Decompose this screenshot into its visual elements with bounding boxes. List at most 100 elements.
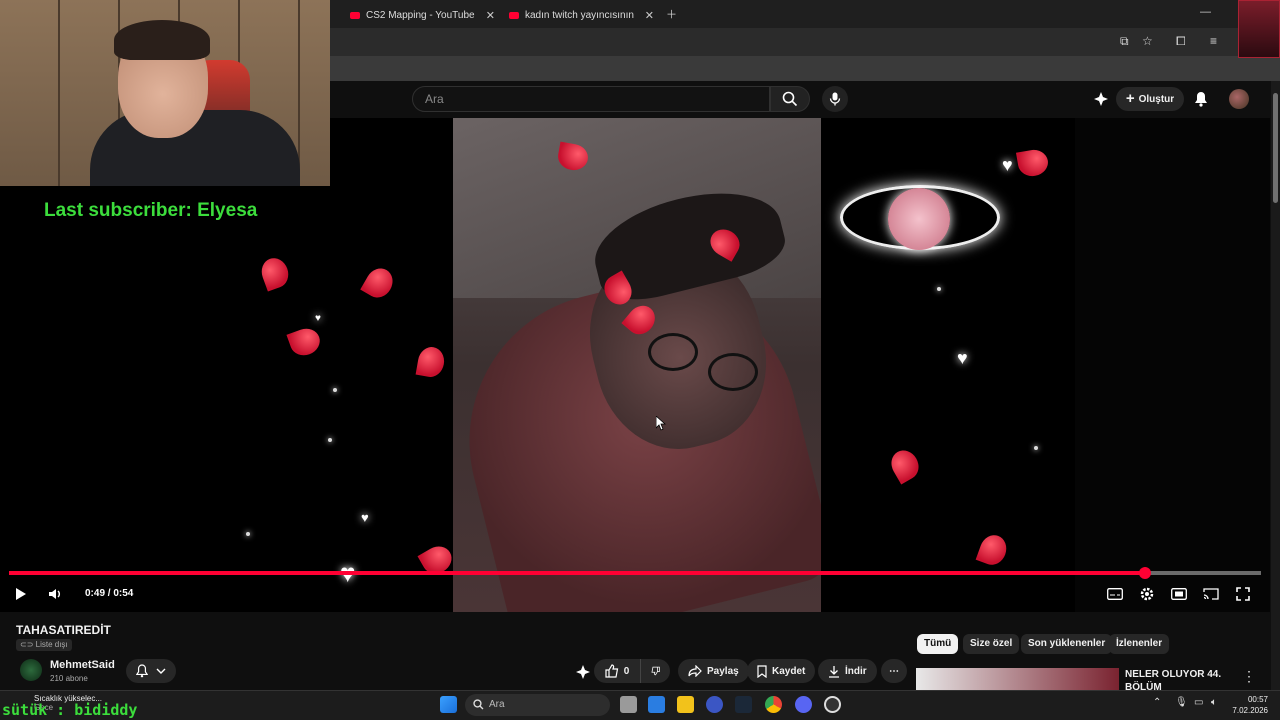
chrome-icon[interactable] [765,696,782,713]
cast-button[interactable] [1201,584,1221,604]
discord-icon[interactable] [795,696,812,713]
extensions-icon[interactable]: ⧠ [1176,34,1186,49]
sparkle-dot [1034,446,1038,450]
mouse-cursor-icon [656,416,666,431]
thumbs-down-icon [651,666,660,676]
save-label: Kaydet [772,665,806,677]
like-count: 0 [623,665,630,677]
more-actions-button[interactable]: ⋯ [881,659,907,683]
file-explorer-icon[interactable] [677,696,694,713]
download-button[interactable]: İndir [818,659,877,683]
chevron-up-icon[interactable]: ⌃ [1153,697,1161,708]
share-icon [688,665,702,677]
progress-scrubber[interactable] [1138,567,1151,579]
tab-title: kadın twitch yayıncısının minecr [525,9,637,21]
install-app-icon[interactable]: ⧉ [1120,34,1129,49]
minimize-icon[interactable]: — [1200,6,1211,18]
app-icon[interactable] [824,696,841,713]
calculator-app-icon[interactable] [648,696,665,713]
video-title: TAHASATIREDİT [16,623,111,637]
taskbar-clock[interactable]: 00:57 7.02.2026 [1228,694,1268,716]
bell-icon [136,664,148,678]
like-button[interactable]: 0 [594,659,640,683]
taskbar-search[interactable]: Ara [465,694,610,716]
channel-avatar[interactable] [20,659,42,681]
account-avatar[interactable] [1229,89,1249,109]
link-icon: ⊂⊃ [20,640,34,649]
save-button[interactable]: Kaydet [747,659,816,683]
heart-icon: ♥ [361,510,369,525]
download-label: İndir [845,665,867,677]
bookmark-icon [757,664,767,678]
progress-bar[interactable] [9,567,1261,579]
fullscreen-button[interactable] [1233,584,1253,604]
heart-icon: ♥ [1002,155,1013,175]
unlisted-label: Liste dışı [35,640,68,649]
create-label: Oluştur [1138,93,1175,105]
scrollbar-thumb[interactable] [1273,93,1278,203]
chip-recently-uploaded[interactable]: Son yüklenenler [1021,634,1113,654]
chevron-down-icon [156,668,166,674]
media-controls-icon[interactable]: ≡ [1210,34,1217,48]
new-tab-icon[interactable]: ＋ [666,6,677,22]
plus-icon: + [1125,90,1135,107]
heart-icon: ♥ [315,313,321,324]
cast-icon [1203,588,1219,600]
play-button[interactable] [11,584,31,604]
sparkle-dot [937,287,941,291]
app-icon[interactable] [706,696,723,713]
chip-watched[interactable]: İzlenenler [1109,634,1170,654]
premium-sparkle-icon[interactable] [1091,89,1111,109]
steam-icon[interactable] [735,696,752,713]
youtube-icon [350,11,360,19]
recommended-video-thumbnail[interactable] [916,668,1119,690]
dislike-button[interactable] [640,659,670,683]
chip-all[interactable]: Tümü [917,634,959,654]
volume-button[interactable] [45,584,65,604]
page-scrollbar[interactable] [1271,81,1280,690]
search-button[interactable] [770,86,810,112]
tab-twitch-video[interactable]: kadın twitch yayıncısının minecr ✕ [509,4,654,26]
clock-date: 7.02.2026 [1232,706,1268,715]
settings-button[interactable] [1137,584,1157,604]
thumbs-up-icon [605,664,618,678]
more-vertical-icon[interactable]: ⋮ [1242,668,1256,685]
close-tab-icon[interactable]: ✕ [645,9,654,22]
chip-for-you[interactable]: Size özel [963,634,1020,654]
theater-mode-button[interactable] [1169,584,1189,604]
subtitles-button[interactable] [1105,584,1125,604]
video-frame [453,118,821,612]
taskbar-search-label: Ara [489,699,505,710]
network-icon[interactable]: ▭ [1194,697,1203,708]
channel-name[interactable]: MehmetSaid [50,659,115,671]
windows-start-icon[interactable] [440,696,457,713]
microphone-icon [829,92,841,106]
subtitles-icon [1107,588,1123,600]
tab-title: CS2 Mapping - YouTube [366,9,475,21]
volume-icon[interactable]: 🔈︎ [1211,697,1217,708]
subscription-bell-button[interactable] [126,659,176,683]
microphone-icon[interactable]: 🎙︎ [1175,697,1188,708]
youtube-icon [509,11,519,19]
tab-cs2-mapping[interactable]: CS2 Mapping - YouTube ✕ [350,4,495,26]
task-view-icon[interactable] [620,696,637,713]
share-label: Paylaş [707,665,739,677]
play-icon [16,588,26,600]
notifications-bell-icon[interactable] [1191,89,1211,109]
create-button[interactable]: + Oluştur [1116,87,1184,111]
unlisted-badge: ⊂⊃ Liste dışı [16,639,72,651]
close-tab-icon[interactable]: ✕ [486,9,495,22]
sparkle-dot [333,388,337,392]
fullscreen-icon [1236,587,1250,601]
bookmark-star-icon[interactable]: ☆ [1142,34,1153,48]
voice-search-button[interactable] [822,86,848,112]
search-input[interactable]: Ara [412,86,770,112]
download-icon [829,665,839,678]
volume-icon [49,589,60,599]
share-button[interactable]: Paylaş [678,659,749,683]
subscriber-count: 210 abone [50,674,88,683]
ring-heart [888,188,950,250]
video-side-panel [1075,118,1270,612]
clock-time: 00:57 [1247,695,1268,704]
ask-sparkle-icon[interactable] [573,662,593,682]
